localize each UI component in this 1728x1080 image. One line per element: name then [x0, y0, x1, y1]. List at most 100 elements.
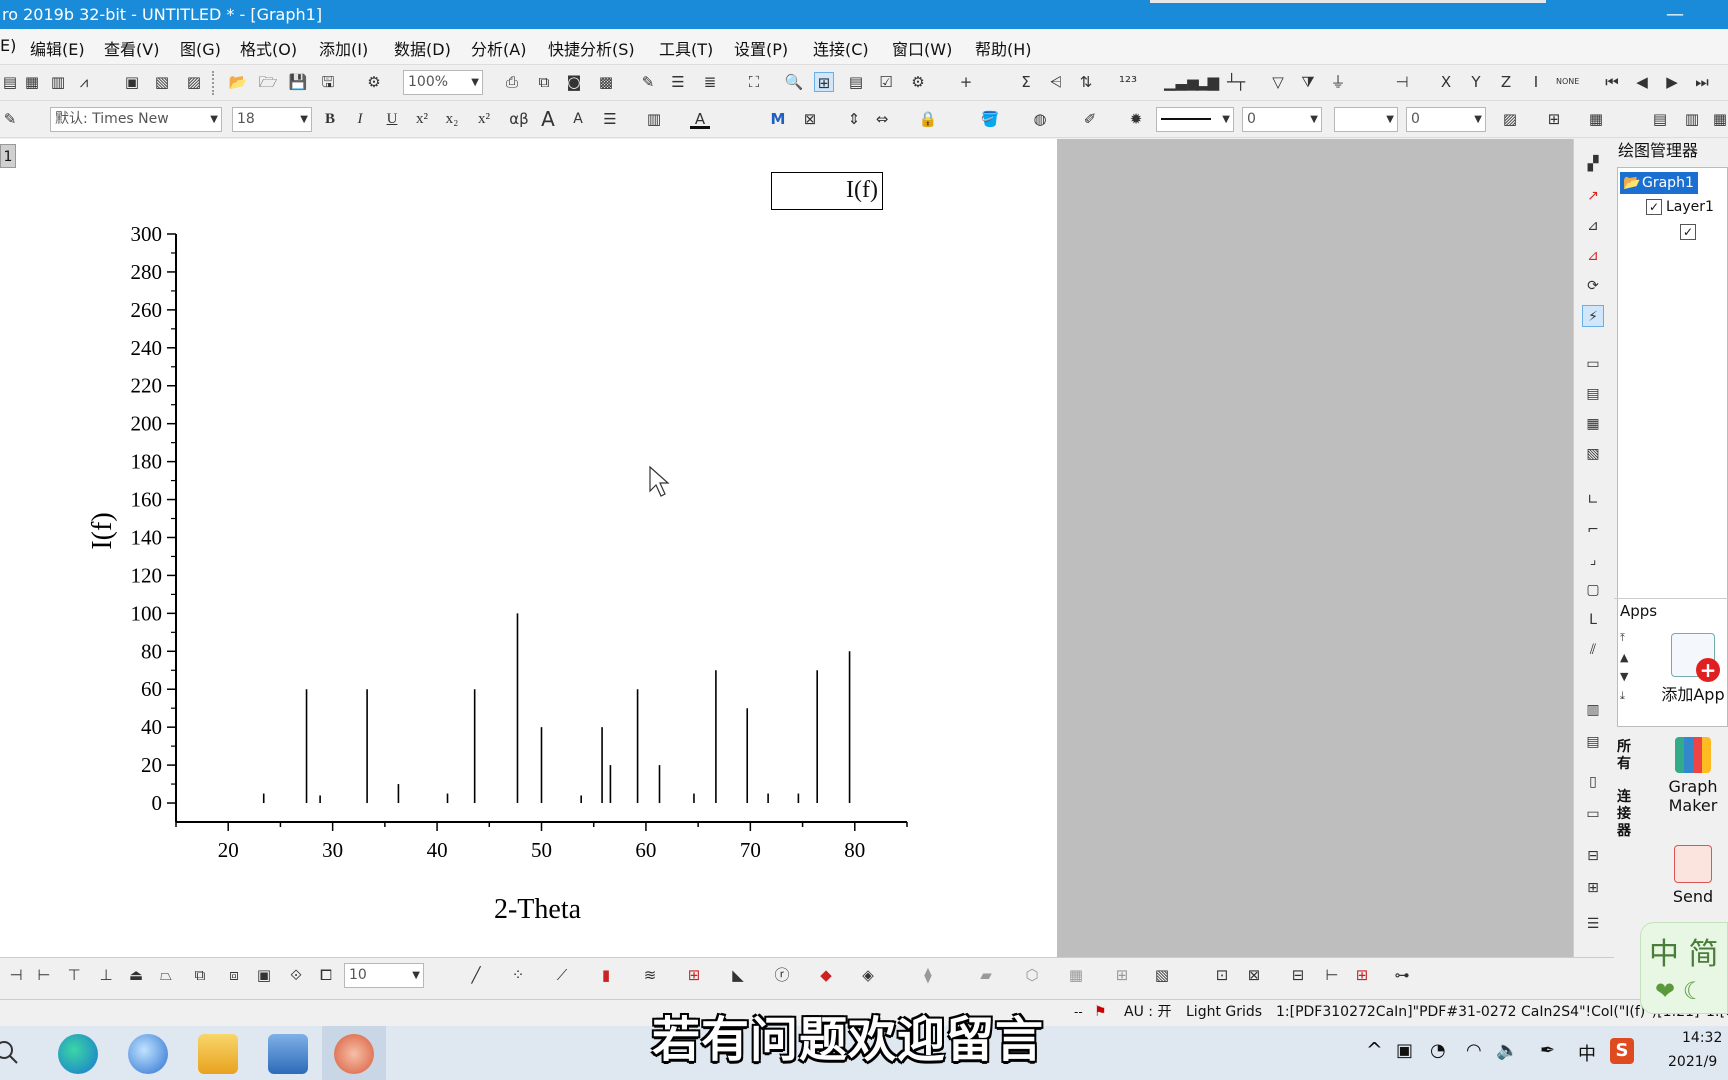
3d-wire-icon[interactable]: ⬡ [1022, 965, 1042, 985]
template-1-icon[interactable]: ⊡ [1212, 965, 1232, 985]
pointer-icon[interactable]: ▞ [1582, 153, 1604, 175]
set-z-icon[interactable]: Z [1496, 72, 1516, 92]
add-column-icon[interactable]: + [956, 72, 976, 92]
align-icon[interactable]: ☰ [600, 109, 620, 129]
filter-options-icon[interactable]: ⏚ [1328, 72, 1348, 92]
layer-2-icon[interactable]: ▤ [1582, 383, 1604, 405]
zoom-window-icon[interactable]: ⊞ [814, 72, 834, 92]
worksheet-query-icon[interactable]: ▤ [846, 72, 866, 92]
group-icon[interactable]: ⧉ [190, 965, 210, 985]
xrd-stick-chart[interactable]: 0 20 40 60 80 100 120 140 160 180 200 220 240 260 280 3… [0, 139, 1057, 957]
app-send-ppt[interactable]: Send [1658, 845, 1728, 906]
template-3-icon[interactable]: ⊟ [1288, 965, 1308, 985]
histogram-icon[interactable]: ┴┬ [1226, 72, 1246, 92]
line-style-combo[interactable]: ▼ [1156, 107, 1234, 132]
copy-page-icon[interactable]: ⧉ [534, 72, 554, 92]
add-text-icon[interactable]: ☑ [876, 72, 896, 92]
grid-status[interactable]: Light Grids [1186, 1000, 1262, 1025]
plot-checkbox[interactable]: ✓ [1680, 224, 1696, 240]
symbol-icon[interactable]: ✹ [1126, 109, 1146, 129]
sum-icon[interactable]: Σ [1016, 72, 1036, 92]
greek-button[interactable]: αβ [504, 109, 534, 129]
font-color-icon[interactable]: A [690, 109, 710, 129]
save-template-icon[interactable]: 🖫 [318, 72, 338, 92]
refresh-icon[interactable]: ⟳ [1582, 275, 1604, 297]
open-template-icon[interactable]: 🗁 [258, 72, 278, 92]
export-icon[interactable]: ◙ [564, 72, 584, 92]
previous-icon[interactable]: ◀ [1632, 72, 1652, 92]
menu-preferences[interactable]: 设置(P) [734, 36, 788, 60]
sort-icon[interactable]: ⇅ [1076, 72, 1096, 92]
style-icon[interactable]: ✎ [0, 109, 20, 129]
save-icon[interactable]: 💾 [288, 72, 308, 92]
align-bottom-icon[interactable]: ⊥ [96, 965, 116, 985]
new-worksheet-icon[interactable]: ▥ [48, 72, 68, 92]
arrange-2-icon[interactable]: ▤ [1582, 731, 1604, 753]
unmerge-icon[interactable]: ⊠ [800, 109, 820, 129]
front-icon[interactable]: ▣ [254, 965, 274, 985]
area-plot-icon[interactable]: ◣ [728, 965, 748, 985]
tree-node-layer1[interactable]: ✓ Layer1 [1642, 196, 1714, 218]
arrange-5-icon[interactable]: ⊟ [1582, 845, 1604, 867]
command-window-icon[interactable]: ≣ [700, 72, 720, 92]
heatmap-icon[interactable]: ⊞ [1112, 965, 1132, 985]
3d-plot-icon[interactable]: ◈ [858, 965, 878, 985]
origin-app-icon[interactable] [334, 1034, 374, 1074]
label-col-icon[interactable]: ▦ [1710, 109, 1728, 129]
last-icon[interactable]: ⏭ [1692, 72, 1712, 92]
new-matrix-icon[interactable]: ⩘ [74, 72, 94, 92]
template-4-icon[interactable]: ⊢ [1322, 965, 1342, 985]
print-icon[interactable]: ⎙ [502, 72, 522, 92]
axis-box-icon[interactable]: ▢ [1582, 579, 1604, 601]
clock-time[interactable]: 14:32 [1682, 1030, 1722, 1046]
pattern-value-combo[interactable]: 0 ▼ [1406, 107, 1486, 132]
app-graph-maker[interactable]: Graph Maker [1658, 737, 1728, 815]
tree-node-graph1[interactable]: 📂 Graph1 [1620, 172, 1698, 194]
wifi-icon[interactable]: ◠ [1466, 1040, 1482, 1061]
menu-quick-analysis[interactable]: 快捷分析(S) [548, 36, 635, 60]
line-plot-icon[interactable]: ╱ [466, 965, 486, 985]
increase-font-icon[interactable]: A [538, 109, 558, 129]
scroll-bottom-icon[interactable]: ⤓ [1620, 689, 1638, 703]
statistics-icon[interactable]: ⩤ [1046, 72, 1066, 92]
axis-break-icon[interactable]: ⫽ [1582, 639, 1604, 661]
worksheet-icon[interactable]: ▤ [1650, 109, 1670, 129]
layer1-checkbox[interactable]: ✓ [1646, 199, 1662, 215]
volume-icon[interactable]: 🔈 [1496, 1040, 1518, 1061]
au-status[interactable]: AU : 开 [1124, 1000, 1171, 1025]
menu-file[interactable]: E) [0, 36, 16, 55]
menu-graph[interactable]: 图(G) [180, 36, 221, 60]
layer-4-icon[interactable]: ▦ [1582, 413, 1604, 435]
rescale-x-icon[interactable]: ⊿ [1582, 215, 1604, 237]
search-icon[interactable] [0, 1040, 20, 1066]
speed-mode-icon[interactable]: ⚡ [1582, 305, 1604, 327]
set-none-icon[interactable]: NONE [1556, 72, 1579, 92]
menu-data[interactable]: 数据(D) [394, 36, 451, 60]
table-icon[interactable]: ▦ [1586, 109, 1606, 129]
trapezoid-icon[interactable]: ⏢ [156, 965, 176, 985]
settings-gear-icon[interactable]: ⚙ [908, 72, 928, 92]
pattern-icon[interactable]: ▥ [644, 109, 664, 129]
align-center-icon[interactable]: ⏏ [126, 965, 146, 985]
file-explorer-icon[interactable] [198, 1034, 238, 1074]
ungroup-icon[interactable]: ⧈ [224, 965, 244, 985]
zoom-combo[interactable]: 100% ▼ [403, 70, 483, 95]
set-error-icon[interactable]: I [1526, 72, 1546, 92]
polar-plot-icon[interactable]: ⓡ [772, 965, 792, 985]
hatch-icon[interactable]: ▨ [1500, 109, 1520, 129]
code-builder-icon[interactable]: ✎ [638, 72, 658, 92]
next-icon[interactable]: ▶ [1662, 72, 1682, 92]
italic-button[interactable]: I [350, 109, 370, 129]
bottom-font-size-combo[interactable]: 10 ▼ [344, 963, 424, 988]
new-function-icon[interactable]: ▨ [184, 72, 204, 92]
first-icon[interactable]: ⏮ [1602, 72, 1622, 92]
minimize-button[interactable]: — [1666, 0, 1684, 29]
image-plot-icon[interactable]: ▧ [1152, 965, 1172, 985]
menu-format[interactable]: 格式(O) [240, 36, 297, 60]
menu-window[interactable]: 窗口(W) [892, 36, 952, 60]
bar-plot-icon[interactable]: ▂▆ [1196, 72, 1219, 92]
menu-help[interactable]: 帮助(H) [975, 36, 1032, 60]
superscript-icon[interactable]: x² [412, 109, 432, 129]
tray-overflow-chevron[interactable]: ^ [1366, 1038, 1383, 1062]
line-width-combo[interactable]: 0 ▼ [1242, 107, 1322, 132]
